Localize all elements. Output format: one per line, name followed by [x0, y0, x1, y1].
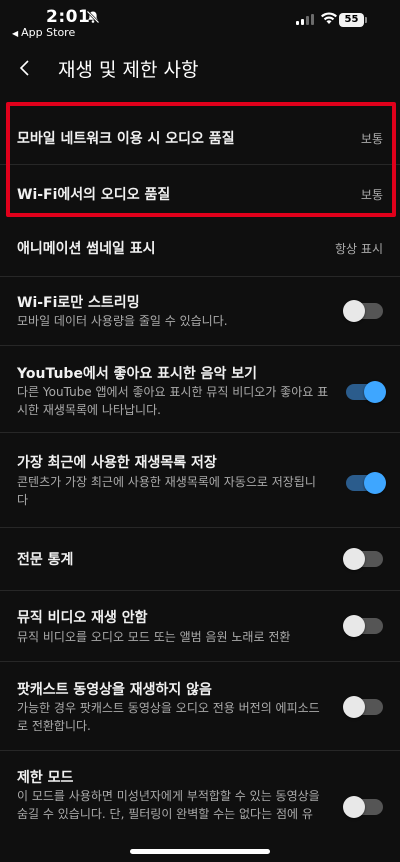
- status-bar: 2:01 ◀ App Store 55: [0, 0, 400, 44]
- restricted-mode-toggle[interactable]: [343, 796, 383, 818]
- setting-title: 가장 최근에 사용한 재생목록 저장: [17, 455, 217, 471]
- toggle-knob: [343, 548, 365, 570]
- setting-description-line2: 로 전환합니다.: [17, 719, 91, 733]
- podcast-video-toggle[interactable]: [343, 696, 383, 718]
- setting-dont-play-music-videos[interactable]: 뮤직 비디오 재생 안함 뮤직 비디오를 오디오 모드 또는 앨범 음원 노래로…: [0, 591, 400, 661]
- toggle-knob: [343, 615, 365, 637]
- toggle-knob: [343, 796, 365, 818]
- back-to-app-store[interactable]: ◀ App Store: [12, 26, 75, 39]
- back-triangle-icon: ◀: [12, 29, 19, 38]
- setting-description: 뮤직 비디오를 오디오 모드 또는 앨범 음원 노래로 전환: [17, 630, 291, 644]
- setting-title: YouTube에서 좋아요 표시한 음악 보기: [17, 366, 257, 382]
- home-indicator[interactable]: [130, 849, 270, 854]
- setting-title: 팟캐스트 동영상을 재생하지 않음: [17, 682, 212, 698]
- setting-title: 제한 모드: [17, 770, 74, 786]
- setting-title: 애니메이션 썸네일 표시: [17, 241, 156, 257]
- setting-restricted-mode[interactable]: 제한 모드 이 모드를 사용하면 미성년자에게 부적합할 수 있는 동영상을 숨…: [0, 751, 400, 846]
- battery-indicator: 55: [339, 13, 367, 27]
- setting-description-line1: 다른 YouTube 앱에서 좋아요 표시한 뮤직 비디오가 좋아요 표: [17, 385, 329, 399]
- setting-description-line2: 다: [17, 493, 29, 507]
- setting-youtube-liked-music[interactable]: YouTube에서 좋아요 표시한 음악 보기 다른 YouTube 앱에서 좋…: [0, 346, 400, 432]
- back-arrow-icon[interactable]: [14, 56, 38, 80]
- status-time: 2:01: [46, 7, 91, 27]
- setting-animated-thumbnails[interactable]: 애니메이션 썸네일 표시 항상 표시: [0, 220, 400, 276]
- setting-wifi-only-streaming[interactable]: Wi-Fi로만 스트리밍 모바일 데이터 사용량을 줄일 수 있습니다.: [0, 277, 400, 345]
- highlight-box: [6, 102, 396, 217]
- setting-description-line1: 콘텐츠가 가장 최근에 사용한 재생목록에 자동으로 저장됩니: [17, 475, 316, 489]
- music-video-toggle[interactable]: [343, 615, 383, 637]
- setting-title: Wi-Fi로만 스트리밍: [17, 295, 140, 311]
- setting-description-line2: 숨길 수 있습니다. 단, 필터링이 완벽할 수는 없다는 점에 유: [17, 807, 313, 821]
- back-app-label: App Store: [21, 26, 76, 39]
- page-title: 재생 및 제한 사항: [58, 59, 199, 81]
- bell-slash-icon: [86, 10, 100, 24]
- setting-description-line1: 이 모드를 사용하면 미성년자에게 부적합할 수 있는 동영상을: [17, 789, 320, 803]
- setting-value: 항상 표시: [335, 242, 383, 256]
- toggle-knob: [364, 472, 386, 494]
- liked-music-toggle[interactable]: [346, 381, 386, 403]
- setting-title: 뮤직 비디오 재생 안함: [17, 610, 148, 626]
- header: 재생 및 제한 사항: [0, 44, 400, 92]
- toggle-knob: [364, 381, 386, 403]
- setting-description-line1: 가능한 경우 팟캐스트 동영상을 오디오 전용 버전의 에피소드: [17, 701, 320, 715]
- setting-title: 전문 통계: [17, 552, 74, 568]
- recent-playlist-toggle[interactable]: [346, 472, 386, 494]
- toggle-knob: [343, 300, 365, 322]
- wifi-icon: [321, 12, 337, 24]
- cellular-signal-icon: [296, 14, 314, 25]
- setting-description-line2: 시한 재생목록에 나타납니다.: [17, 403, 161, 417]
- stats-toggle[interactable]: [343, 548, 383, 570]
- setting-dont-play-podcast-videos[interactable]: 팟캐스트 동영상을 재생하지 않음 가능한 경우 팟캐스트 동영상을 오디오 전…: [0, 662, 400, 750]
- setting-stats-for-nerds[interactable]: 전문 통계: [0, 528, 400, 590]
- wifi-only-toggle[interactable]: [343, 300, 383, 322]
- setting-description: 모바일 데이터 사용량을 줄일 수 있습니다.: [17, 314, 228, 328]
- toggle-knob: [343, 696, 365, 718]
- setting-save-recent-playlist[interactable]: 가장 최근에 사용한 재생목록 저장 콘텐츠가 가장 최근에 사용한 재생목록에…: [0, 433, 400, 527]
